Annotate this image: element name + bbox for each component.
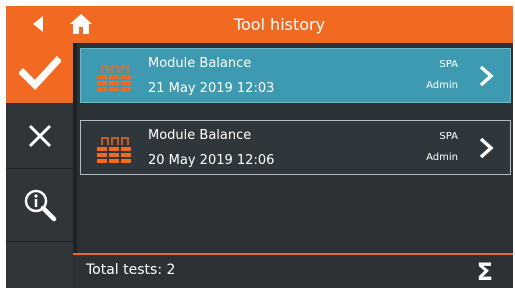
record-date: 20 May 2019 12:06 <box>148 153 275 168</box>
record-date: 21 May 2019 12:03 <box>148 81 275 96</box>
home-icon <box>70 14 92 34</box>
close-button[interactable] <box>6 104 73 169</box>
chevron-right-icon <box>479 137 494 159</box>
back-button[interactable] <box>28 14 48 34</box>
close-icon <box>28 124 51 148</box>
header-bar: Tool history <box>6 6 513 43</box>
record-name: Module Balance <box>148 128 252 143</box>
sidebar-spacer <box>6 242 73 288</box>
record-program: SPA <box>439 131 458 142</box>
module-balance-icon <box>97 137 131 163</box>
back-arrow-icon <box>33 16 43 32</box>
module-balance-icon <box>97 65 131 91</box>
footer-bar: Total tests: 2 Σ <box>73 253 513 288</box>
chevron-right-icon <box>479 65 494 87</box>
record-program: SPA <box>439 59 458 70</box>
record-user: Admin <box>426 152 458 163</box>
inspect-button[interactable] <box>6 169 73 242</box>
home-button[interactable] <box>68 11 94 37</box>
sidebar <box>6 43 73 288</box>
checkmark-icon <box>18 56 61 90</box>
zoom-info-icon <box>24 189 56 222</box>
record-user: Admin <box>426 80 458 91</box>
page-title: Tool history <box>233 15 326 34</box>
total-tests-label: Total tests: 2 <box>86 262 176 278</box>
record-name: Module Balance <box>148 56 252 71</box>
tool-history-screen: Tool history Module Balance 21 May 2019 … <box>6 6 513 288</box>
list-item[interactable]: Module Balance 20 May 2019 12:06 SPA Adm… <box>80 120 511 175</box>
sum-button[interactable]: Σ <box>477 258 493 286</box>
confirm-button[interactable] <box>6 43 73 103</box>
list-item[interactable]: Module Balance 21 May 2019 12:03 SPA Adm… <box>80 48 511 103</box>
divider <box>73 43 77 288</box>
